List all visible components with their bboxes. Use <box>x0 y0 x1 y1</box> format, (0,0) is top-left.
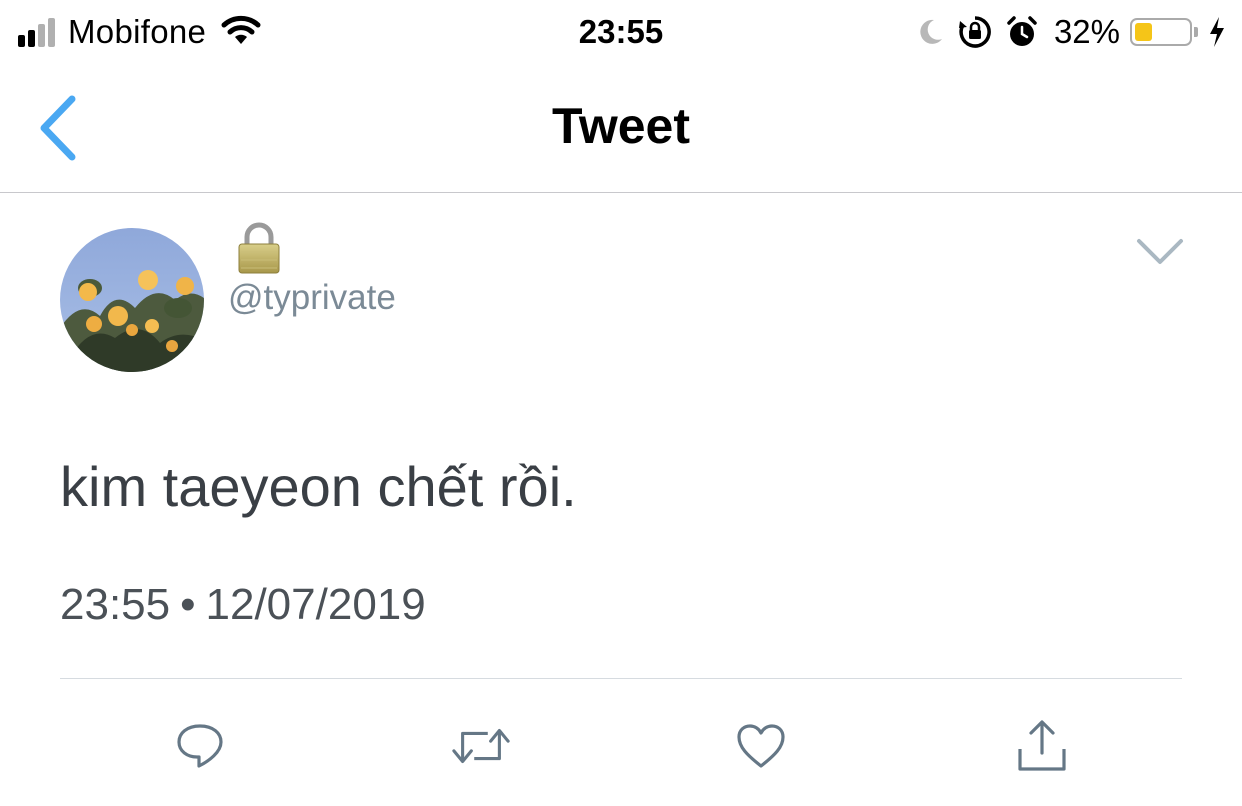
page-title: Tweet <box>552 98 690 154</box>
alarm-icon <box>1006 16 1038 48</box>
tweet-text: kim taeyeon chết rồi. <box>60 455 577 518</box>
tweet-options-button[interactable] <box>1128 228 1192 276</box>
reply-icon <box>177 724 223 768</box>
battery-fill <box>1135 23 1152 41</box>
rotation-lock-icon <box>958 15 992 49</box>
reply-button[interactable] <box>170 716 230 776</box>
chevron-down-icon <box>1137 239 1183 264</box>
battery-body <box>1130 18 1192 46</box>
heart-icon <box>737 724 785 768</box>
battery-percentage: 32% <box>1053 13 1120 50</box>
battery-cap <box>1194 27 1198 37</box>
status-bar: Mobifone 23:55 32% <box>0 0 1242 64</box>
charging-icon <box>1208 16 1226 48</box>
retweet-icon <box>452 728 510 764</box>
like-button[interactable] <box>731 716 791 776</box>
navigation-bar: Tweet <box>0 64 1242 193</box>
avatar[interactable] <box>60 228 204 372</box>
lock-icon <box>236 222 282 281</box>
timestamp-separator: • <box>180 580 196 629</box>
user-handle[interactable]: @typrivate <box>228 276 396 320</box>
status-right: 32% <box>902 10 1226 54</box>
divider <box>60 678 1182 679</box>
retweet-button[interactable] <box>451 716 511 776</box>
tweet-date: 12/07/2019 <box>205 580 426 629</box>
tweet-detail-screen: Mobifone 23:55 32% Tweet @typrivate kim … <box>0 0 1242 806</box>
moon-icon <box>916 17 944 47</box>
share-button[interactable] <box>1012 716 1072 776</box>
battery-icon <box>1130 18 1198 46</box>
tweet-time: 23:55 <box>60 580 171 629</box>
tweet-timestamp: 23:55 • 12/07/2019 <box>60 578 426 632</box>
share-icon <box>1018 720 1066 771</box>
